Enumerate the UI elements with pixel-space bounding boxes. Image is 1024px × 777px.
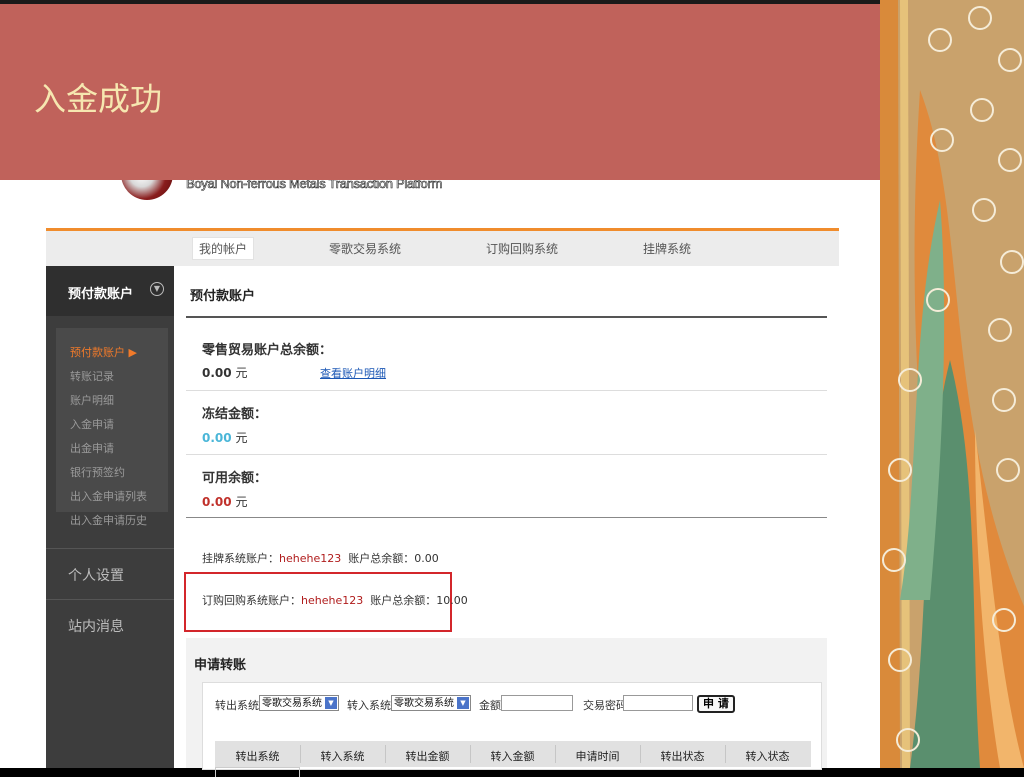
available-balance-row: 0.00 元	[202, 493, 247, 510]
available-balance-label: 可用余额：	[202, 471, 268, 486]
column-separator	[470, 745, 471, 763]
chevron-down-icon[interactable]: ▼	[325, 697, 337, 709]
decorative-floral-border	[880, 0, 1024, 768]
in-system-select[interactable]: 零歌交易系统 ▼	[391, 695, 471, 711]
transfer-table-header: 转出系统 转入系统 转出金额 转入金额 申请时间 转出状态 转入状态	[215, 741, 811, 767]
listing-account-name: hehehe123	[279, 552, 342, 565]
floral-pattern-graphic	[880, 0, 1024, 768]
sidebar-item-transfer-records[interactable]: 转账记录	[70, 368, 114, 384]
column-header: 转出系统	[235, 750, 280, 763]
nav-my-account[interactable]: 我的帐户	[192, 237, 255, 260]
out-system-select[interactable]: 零歌交易系统 ▼	[259, 695, 339, 711]
sidebar-item-prepaid-account[interactable]: 预付款账户 ▶	[70, 344, 137, 360]
divider	[186, 316, 827, 318]
column-header: 转入状态	[745, 750, 790, 763]
retail-total-value-row: 0.00 元	[202, 364, 247, 381]
amount-input[interactable]	[501, 695, 573, 711]
transfer-request-title: 申请转账	[194, 658, 247, 673]
listing-account-total: 账户总余额：0.00	[348, 552, 439, 565]
column-header: 转出状态	[660, 750, 705, 763]
sidebar-item-withdraw-request[interactable]: 出金申请	[70, 440, 114, 456]
submit-request-button[interactable]: 申 请	[697, 695, 735, 713]
column-header: 申请时间	[575, 750, 620, 763]
nav-retail-trading[interactable]: 零歌交易系统	[329, 240, 401, 257]
out-system-value: 零歌交易系统	[262, 698, 322, 709]
sidebar: 预付款账户 ▼ 预付款账户 ▶ 转账记录 账户明细 入金申请 出金申请 银行预签…	[46, 266, 174, 768]
sidebar-item-bank-presign[interactable]: 银行预签约	[70, 464, 125, 480]
available-balance-value: 0.00	[202, 495, 232, 509]
column-separator	[725, 745, 726, 763]
divider	[186, 390, 827, 391]
frozen-amount-value: 0.00	[202, 431, 232, 445]
sidebar-header-label: 预付款账户	[68, 287, 134, 302]
repo-account-name: hehehe123	[301, 594, 364, 607]
sidebar-section-site-messages[interactable]: 站内消息	[46, 599, 174, 650]
retail-total-value: 0.00	[202, 366, 232, 380]
listing-account-prefix: 挂牌系统账户：	[202, 552, 279, 565]
password-input[interactable]	[623, 695, 693, 711]
out-system-label: 转出系统:	[215, 699, 263, 712]
transfer-form: 转出系统: 零歌交易系统 ▼ 转入系统: 零歌交易系统 ▼ 金额: 交易密码: …	[202, 682, 822, 777]
transfer-request-panel: 申请转账 转出系统: 零歌交易系统 ▼ 转入系统: 零歌交易系统 ▼ 金额: 交…	[186, 638, 827, 777]
sidebar-submenu: 预付款账户 ▶ 转账记录 账户明细 入金申请 出金申请 银行预签约 出入金申请列…	[56, 328, 168, 527]
slide-title: 入金成功	[34, 80, 163, 118]
sidebar-item-request-list[interactable]: 出入金申请列表	[70, 488, 147, 504]
repo-system-account-row: 订购回购系统账户：hehehe123 账户总余额：10.00	[202, 592, 468, 608]
chevron-down-icon[interactable]: ▼	[457, 697, 469, 709]
sidebar-header[interactable]: 预付款账户 ▼	[46, 266, 174, 316]
divider	[186, 517, 827, 518]
column-separator	[555, 745, 556, 763]
sidebar-item-request-history[interactable]: 出入金申请历史	[70, 512, 147, 528]
chevron-down-icon[interactable]: ▼	[150, 282, 164, 296]
column-separator	[300, 745, 301, 763]
sidebar-section-label: 站内消息	[68, 619, 124, 635]
frozen-amount-label: 冻结金额：	[202, 407, 268, 422]
sidebar-item-deposit-request[interactable]: 入金申请	[70, 416, 114, 432]
view-account-details-link[interactable]: 查看账户明细	[320, 365, 386, 381]
account-app-panel: 我的帐户 零歌交易系统 订购回购系统 挂牌系统 预付款账户 ▼ 预付款账户 ▶ …	[46, 228, 839, 777]
column-header: 转入系统	[320, 750, 365, 763]
nav-listing-system[interactable]: 挂牌系统	[643, 240, 691, 257]
frozen-amount-row: 0.00 元	[202, 429, 247, 446]
currency-unit: 元	[235, 366, 248, 380]
in-system-label: 转入系统:	[347, 699, 395, 712]
page-title: 预付款账户	[190, 289, 256, 304]
currency-unit: 元	[235, 431, 248, 445]
nav-repo-system[interactable]: 订购回购系统	[486, 240, 558, 257]
sidebar-section-label: 个人设置	[68, 568, 124, 584]
column-header: 转入金额	[490, 750, 535, 763]
column-separator	[640, 745, 641, 763]
main-content: 预付款账户 零售贸易账户总余额： 0.00 元 查看账户明细 冻结金额： 0.0…	[174, 266, 839, 777]
retail-total-label: 零售贸易账户总余额：	[202, 343, 333, 358]
top-navigation: 我的帐户 零歌交易系统 订购回购系统 挂牌系统	[46, 231, 839, 266]
divider	[186, 454, 827, 455]
table-cell	[215, 767, 300, 777]
column-header: 转出金额	[405, 750, 450, 763]
listing-system-account-row: 挂牌系统账户：hehehe123 账户总余额：0.00	[202, 550, 439, 566]
currency-unit: 元	[235, 495, 248, 509]
column-separator	[385, 745, 386, 763]
sidebar-item-account-details[interactable]: 账户明细	[70, 392, 114, 408]
repo-account-prefix: 订购回购系统账户：	[202, 594, 301, 607]
sidebar-section-personal-settings[interactable]: 个人设置	[46, 548, 174, 599]
slide-title-bar: 入金成功	[0, 0, 880, 180]
repo-account-total: 账户总余额：10.00	[370, 594, 468, 607]
in-system-value: 零歌交易系统	[394, 698, 454, 709]
